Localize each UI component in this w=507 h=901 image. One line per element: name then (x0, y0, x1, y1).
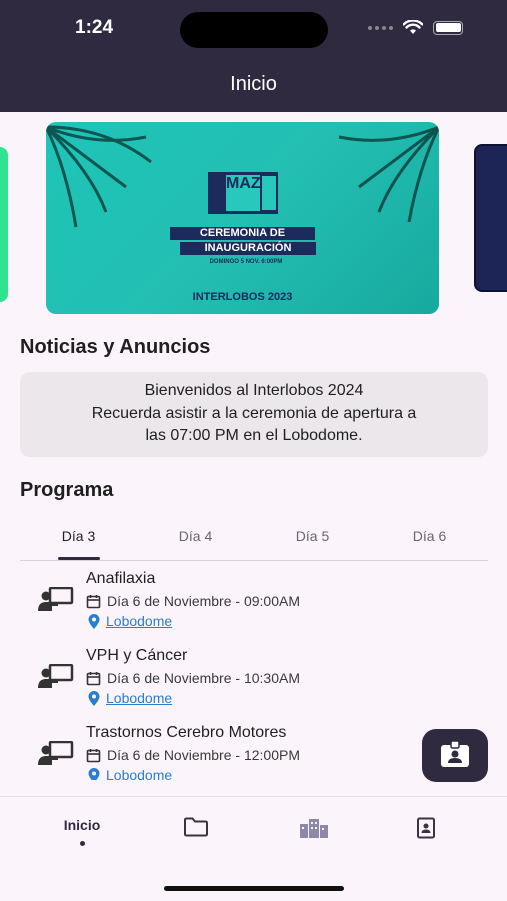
event-date: Día 6 de Noviembre - 10:30AM (86, 670, 300, 686)
id-card-fab[interactable] (422, 729, 488, 782)
nav-home-label: Inicio (63, 817, 101, 833)
location-pin-icon (88, 767, 100, 780)
event-date: Día 6 de Noviembre - 09:00AM (86, 593, 300, 609)
buildings-icon (300, 819, 328, 838)
battery-icon (433, 20, 463, 35)
event-date-text: Día 6 de Noviembre - 12:00PM (107, 747, 300, 763)
calendar-icon (86, 671, 101, 685)
home-indicator (164, 886, 344, 891)
nav-venues[interactable] (274, 817, 354, 857)
banner-title-line1: CEREMONIA DE (170, 227, 315, 240)
nav-active-dot (79, 841, 85, 846)
presentation-icon (38, 664, 74, 688)
active-tab-indicator (58, 557, 100, 560)
status-time: 1:24 (75, 17, 114, 38)
status-icons (368, 20, 463, 35)
event-date-text: Día 6 de Noviembre - 10:30AM (107, 670, 300, 686)
tab-dia-6[interactable]: Día 6 (371, 515, 488, 560)
tab-dia-3[interactable]: Día 3 (20, 515, 137, 560)
event-title: VPH y Cáncer (86, 647, 188, 664)
banner-title-line2: INAUGURACIÓN (180, 242, 316, 255)
folder-icon (184, 817, 208, 837)
tab-dia-5[interactable]: Día 5 (254, 515, 371, 560)
event-location: Lobodome (88, 690, 172, 706)
news-card: Bienvenidos al Interlobos 2024 Recuerda … (20, 372, 488, 457)
event-title: Anafilaxia (86, 570, 156, 587)
news-line: las 07:00 PM en el Lobodome. (145, 427, 363, 444)
calendar-icon (86, 748, 101, 762)
event-date-text: Día 6 de Noviembre - 09:00AM (107, 593, 300, 609)
banner-brand: INTERLOBOS 2023 (192, 291, 293, 303)
program-section-title: Programa (20, 479, 114, 501)
list-item[interactable]: Anafilaxia Día 6 de Noviembre - 09:00AM … (0, 562, 507, 639)
dynamic-island (180, 12, 328, 48)
carousel-prev-slide[interactable] (0, 147, 8, 302)
presentation-icon (38, 741, 74, 765)
event-date: Día 6 de Noviembre - 12:00PM (86, 747, 300, 763)
news-line: Bienvenidos al Interlobos 2024 (144, 382, 364, 399)
carousel-next-slide[interactable] (474, 144, 507, 292)
event-title: Trastornos Cerebro Motores (86, 724, 287, 741)
banner-carousel[interactable]: MAZA CEREMONIA DE INAUGURACIÓN DOMINGO 5… (0, 112, 507, 326)
palm-leaf-right (338, 125, 439, 223)
location-pin-icon (88, 613, 100, 629)
app-header: 1:24 Inicio (0, 0, 507, 112)
calendar-icon (86, 594, 101, 608)
news-line: Recuerda asistir a la ceremonia de apert… (91, 404, 417, 422)
signal-icon (368, 25, 393, 30)
location-link[interactable]: Lobodome (106, 690, 172, 706)
banner-date: DOMINGO 5 NOV. 6:00PM (209, 259, 283, 265)
event-location: Lobodome (88, 613, 172, 629)
nav-home[interactable]: Inicio (42, 817, 122, 857)
location-link[interactable]: Lobodome (106, 613, 172, 629)
page-title: Inicio (230, 73, 277, 95)
day-tabs: Día 3 Día 4 Día 5 Día 6 (20, 515, 488, 561)
event-location: Lobodome (88, 767, 172, 780)
presentation-icon (38, 587, 74, 611)
badge-icon (441, 741, 469, 767)
nav-profile[interactable] (386, 817, 466, 857)
news-section-title: Noticias y Anuncios (20, 336, 211, 358)
location-pin-icon (88, 690, 100, 706)
maza-logo: MAZA (208, 172, 278, 214)
list-item[interactable]: VPH y Cáncer Día 6 de Noviembre - 10:30A… (0, 639, 507, 716)
tab-dia-4[interactable]: Día 4 (137, 515, 254, 560)
badge-icon (417, 817, 435, 839)
wifi-icon (403, 20, 423, 34)
palm-leaf-left (46, 125, 152, 228)
banner-slide[interactable]: MAZA CEREMONIA DE INAUGURACIÓN DOMINGO 5… (46, 122, 439, 314)
location-link[interactable]: Lobodome (106, 767, 172, 780)
nav-files[interactable] (156, 817, 236, 857)
